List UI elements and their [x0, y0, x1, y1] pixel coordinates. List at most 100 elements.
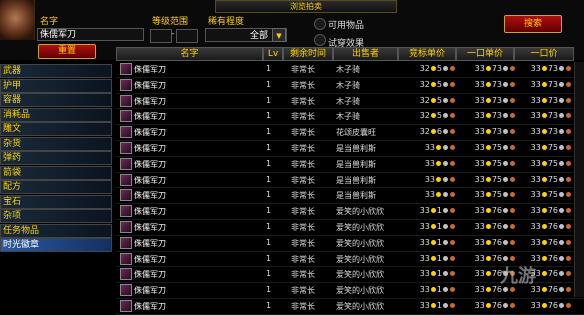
- copper-coin-icon: [510, 176, 515, 182]
- copper-coin-icon: [566, 97, 571, 103]
- buyout-price: 33 73: [516, 96, 572, 105]
- category-item[interactable]: 护甲: [0, 78, 112, 93]
- category-item[interactable]: 配方: [0, 180, 112, 194]
- table-row[interactable]: 侏儒军刀 1 非常长 是当兽利斯 33 33 75 33 75: [116, 173, 584, 189]
- item-name: 侏儒军刀: [134, 222, 166, 232]
- column-header-level[interactable]: Lv: [263, 47, 283, 61]
- category-item[interactable]: 容器: [0, 93, 112, 107]
- level-max-input[interactable]: [176, 29, 198, 43]
- buyout-price: 33 75: [516, 143, 572, 152]
- item-icon[interactable]: [120, 63, 132, 75]
- silver-coin-icon: [503, 208, 508, 214]
- copper-coin-icon: [510, 129, 515, 135]
- item-name: 侏儒军刀: [134, 159, 166, 169]
- item-icon[interactable]: [120, 220, 132, 233]
- level-min-input[interactable]: [150, 29, 172, 43]
- category-item[interactable]: 宝石: [0, 194, 112, 209]
- item-name: 侏儒军刀: [134, 301, 166, 311]
- silver-coin-icon: [443, 271, 448, 277]
- item-icon[interactable]: [120, 173, 132, 186]
- item-icon[interactable]: [120, 299, 132, 312]
- category-item[interactable]: 杂项: [0, 209, 112, 223]
- table-row[interactable]: 侏儒军刀 1 非常长 爱笑的小欣欣 33 1 33 76 33 76: [116, 299, 584, 315]
- item-icon[interactable]: [120, 284, 132, 297]
- table-row[interactable]: 侏儒军刀 1 非常长 是当兽利斯 33 33 75 33 75: [116, 188, 584, 205]
- category-item[interactable]: 武器: [0, 64, 112, 78]
- copper-coin-icon: [450, 176, 455, 182]
- try-on-checkbox[interactable]: [314, 34, 326, 46]
- reset-button[interactable]: 重置: [38, 44, 96, 59]
- item-icon[interactable]: [120, 157, 132, 170]
- copper-coin-icon: [450, 302, 455, 308]
- item-icon[interactable]: [120, 189, 132, 202]
- time-left: 非常长: [291, 286, 315, 296]
- category-item[interactable]: 杂货: [0, 136, 112, 151]
- copper-coin-icon: [510, 192, 515, 198]
- search-button[interactable]: 搜索: [504, 15, 562, 33]
- table-row[interactable]: 侏儒军刀 1 非常长 花颂皮囊旺 32 6 33 73 33 73: [116, 125, 584, 141]
- usable-items-checkbox[interactable]: [314, 18, 326, 30]
- table-row[interactable]: 侏儒军刀 1 非常长 是当兽利斯 33 33 75 33 75: [116, 141, 584, 157]
- silver-coin-icon: [503, 176, 508, 182]
- column-headers: 名字 Lv 剩余时间 出售者 竞标单价 一口单价 一口价: [116, 47, 584, 61]
- item-icon[interactable]: [120, 252, 132, 265]
- silver-amount: 1: [436, 237, 442, 247]
- item-icon[interactable]: [120, 126, 132, 139]
- item-icon[interactable]: [120, 141, 132, 154]
- copper-coin-icon: [450, 66, 455, 71]
- item-icon[interactable]: [120, 205, 132, 218]
- time-left: 非常长: [291, 65, 315, 74]
- column-header-seller[interactable]: 出售者: [333, 47, 398, 61]
- gold-coin-icon: [485, 302, 491, 308]
- category-item[interactable]: 时光徽章: [0, 238, 112, 252]
- copper-coin-icon: [510, 255, 515, 261]
- item-icon[interactable]: [120, 110, 132, 123]
- gold-amount: 33: [474, 142, 485, 152]
- item-icon[interactable]: [120, 94, 132, 107]
- item-icon[interactable]: [120, 268, 132, 281]
- category-item[interactable]: 消耗品: [0, 107, 112, 122]
- column-header-buyout-unit-price[interactable]: 一口单价: [456, 47, 514, 61]
- category-item[interactable]: 雕文: [0, 122, 112, 136]
- character-portrait: [0, 0, 35, 40]
- table-row[interactable]: 侏儒军刀 1 非常长 爱笑的小欣欣 33 1 33 76 33 76: [116, 220, 584, 236]
- item-level: 1: [266, 174, 272, 184]
- table-row[interactable]: 侏儒军刀 1 非常长 爱笑的小欣欣 33 1 33 76 33 76: [116, 204, 584, 220]
- gold-coin-icon: [485, 129, 491, 135]
- category-item[interactable]: 任务物品: [0, 223, 112, 238]
- copper-coin-icon: [510, 97, 515, 103]
- copper-coin-icon: [450, 113, 455, 119]
- item-level: 1: [266, 95, 272, 105]
- gold-amount: 33: [419, 285, 430, 295]
- item-name: 侏儒军刀: [134, 207, 166, 217]
- search-name-input[interactable]: 侏儒军刀: [37, 28, 144, 41]
- category-item[interactable]: 弹药: [0, 151, 112, 165]
- silver-coin-icon: [503, 160, 508, 166]
- rarity-label: 稀有程度: [208, 17, 245, 27]
- copper-coin-icon: [510, 223, 515, 229]
- gold-amount: 33: [530, 127, 541, 137]
- gold-amount: 33: [474, 269, 485, 279]
- table-row[interactable]: 侏儒军刀 1 非常长 是当兽利斯 33 33 75 33 75: [116, 157, 584, 173]
- table-row[interactable]: 侏儒军刀 1 非常长 木子骑 32 5 33 73 33 73: [116, 78, 584, 94]
- column-header-buyout-price[interactable]: 一口价: [514, 47, 574, 61]
- category-item[interactable]: 箭袋: [0, 165, 112, 180]
- silver-amount: 75: [547, 142, 558, 152]
- column-header-name[interactable]: 名字: [116, 47, 263, 61]
- column-header-time-left[interactable]: 剩余时间: [283, 47, 333, 61]
- item-icon[interactable]: [120, 236, 132, 249]
- copper-coin-icon: [510, 144, 515, 150]
- gold-coin-icon: [541, 129, 547, 135]
- gold-coin-icon: [541, 176, 547, 182]
- table-row[interactable]: 侏儒军刀 1 非常长 木子骑 32 5 33 73 33 73: [116, 62, 584, 78]
- gold-amount: 33: [530, 111, 541, 121]
- column-header-bid-unit-price[interactable]: 竞标单价: [398, 47, 456, 61]
- copper-coin-icon: [566, 66, 571, 71]
- table-row[interactable]: 侏儒军刀 1 非常长 木子骑 32 5 33 73 33 73: [116, 109, 584, 126]
- chevron-down-icon[interactable]: ▼: [272, 28, 286, 42]
- results-scrollbar[interactable]: [574, 62, 584, 297]
- table-row[interactable]: 侏儒军刀 1 非常长 爱笑的小欣欣 33 1 33 76 33 76: [116, 236, 584, 252]
- gold-coin-icon: [430, 208, 436, 214]
- item-icon[interactable]: [120, 78, 132, 91]
- table-row[interactable]: 侏儒军刀 1 非常长 木子骑 32 5 33 73 33 73: [116, 94, 584, 110]
